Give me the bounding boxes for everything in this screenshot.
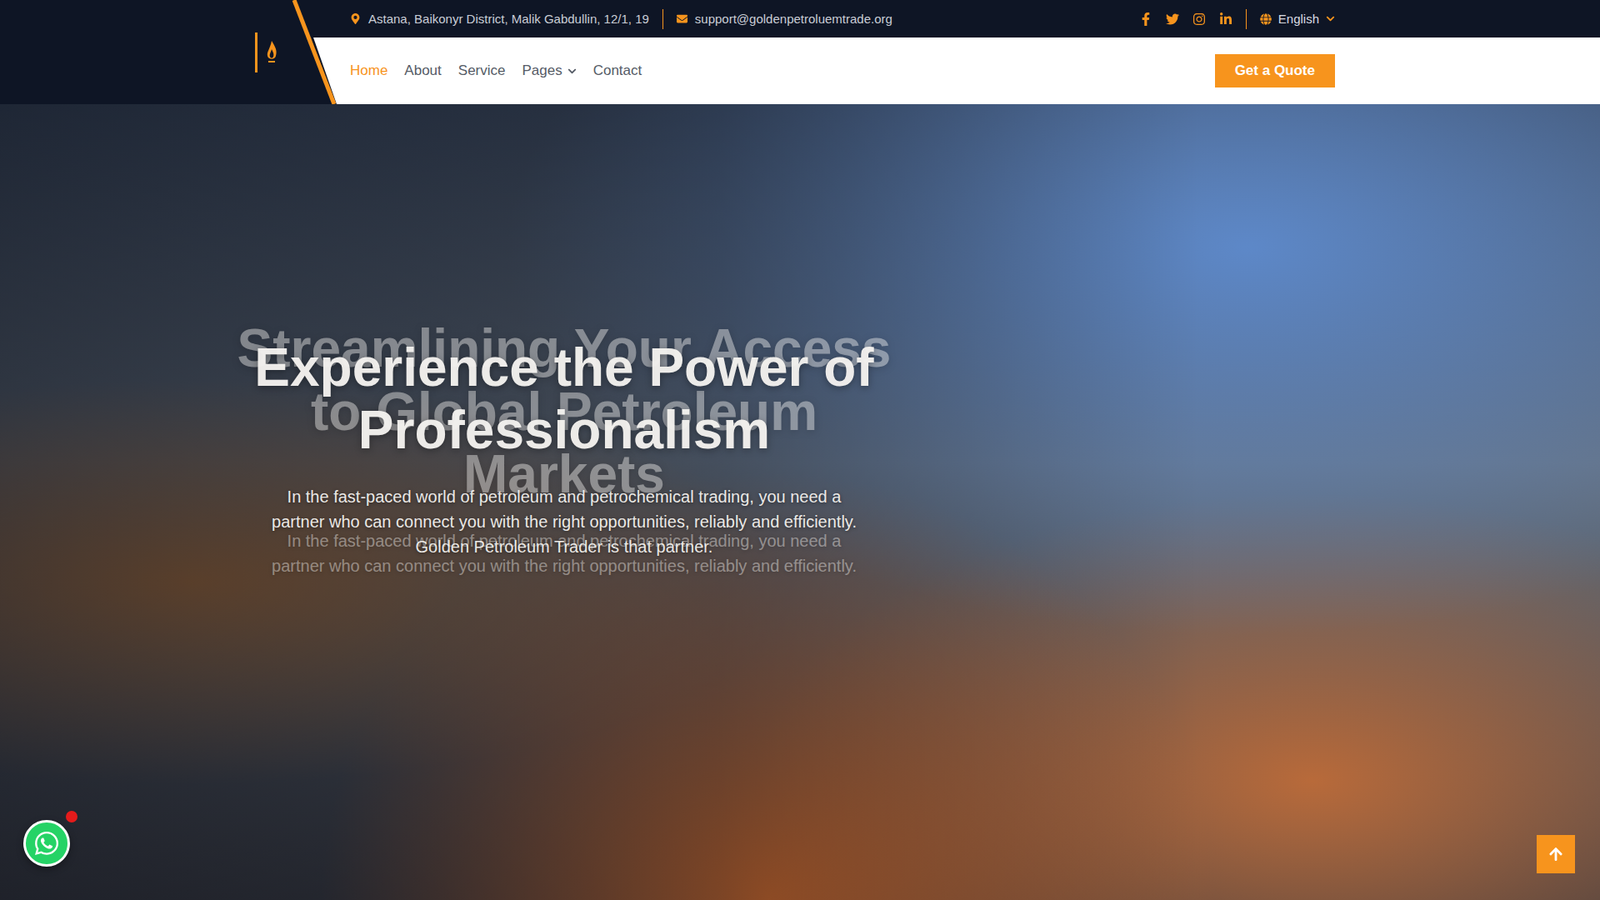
nav-link-label: Home [350, 62, 388, 80]
social-and-language: English [1139, 9, 1335, 30]
header-right: Astana, Baikonyr District, Malik Gabdull… [308, 0, 1600, 105]
top-bar: Astana, Baikonyr District, Malik Gabdull… [308, 0, 1600, 38]
linkedin-link[interactable] [1219, 12, 1233, 26]
scroll-top-button[interactable] [1536, 835, 1575, 874]
flame-logo-icon [263, 39, 280, 66]
facebook-link[interactable] [1139, 12, 1153, 26]
nav-link[interactable]: Home [350, 62, 388, 80]
address-text: Astana, Baikonyr District, Malik Gabdull… [368, 11, 650, 26]
nav-link[interactable]: About [404, 62, 441, 80]
instagram-link[interactable] [1192, 12, 1206, 26]
map-pin-icon [350, 13, 361, 25]
nav-link-label: Pages [521, 62, 562, 80]
email-text[interactable]: support@goldenpetroluemtrade.org [695, 11, 893, 26]
top-divider [1245, 9, 1247, 30]
notification-dot [65, 810, 78, 823]
whatsapp-button[interactable] [23, 820, 70, 867]
hero-text: In the fast-paced world of petroleum and… [260, 484, 869, 560]
twitter-link[interactable] [1165, 12, 1180, 26]
top-divider [662, 9, 664, 30]
nav-link-label: Service [458, 62, 506, 80]
facebook-icon [1139, 12, 1153, 26]
email[interactable]: support@goldenpetroluemtrade.org [676, 11, 893, 26]
chevron-down-icon [1325, 14, 1335, 24]
get-quote-button[interactable]: Get a Quote [1215, 54, 1335, 88]
site-header: Astana, Baikonyr District, Malik Gabdull… [0, 0, 1600, 105]
chevron-down-icon [567, 66, 577, 76]
logo-panel [0, 0, 309, 105]
nav-link-label: Contact [593, 62, 643, 80]
hero-slider: Streamlining Your Access to Global Petro… [218, 317, 910, 579]
nav-link[interactable]: Service [458, 62, 506, 80]
site-logo[interactable] [255, 32, 285, 73]
instagram-icon [1192, 12, 1206, 26]
linkedin-icon [1219, 12, 1233, 26]
hero: Streamlining Your Access to Global Petro… [0, 104, 1600, 900]
nav-link[interactable]: Pages [521, 62, 576, 80]
nav-link[interactable]: Contact [593, 62, 643, 80]
nav-link-label: About [404, 62, 441, 80]
address: Astana, Baikonyr District, Malik Gabdull… [350, 11, 650, 26]
arrow-up-icon [1548, 846, 1564, 862]
main-nav: Home About Service Pages Contact Get a Quote [308, 37, 1600, 105]
language-select[interactable]: English [1260, 11, 1335, 26]
contact-info: Astana, Baikonyr District, Malik Gabdull… [350, 9, 893, 30]
page: Astana, Baikonyr District, Malik Gabdull… [0, 0, 1600, 900]
hero-slide: Experience the Power of Professionalism I… [218, 336, 910, 560]
language-label: English [1278, 11, 1320, 26]
hero-title: Experience the Power of Professionalism [218, 336, 910, 463]
envelope-icon [676, 13, 688, 25]
whatsapp-icon [33, 830, 60, 857]
twitter-icon [1165, 12, 1180, 26]
globe-icon [1260, 13, 1272, 25]
nav-links: Home About Service Pages Contact [350, 62, 642, 80]
